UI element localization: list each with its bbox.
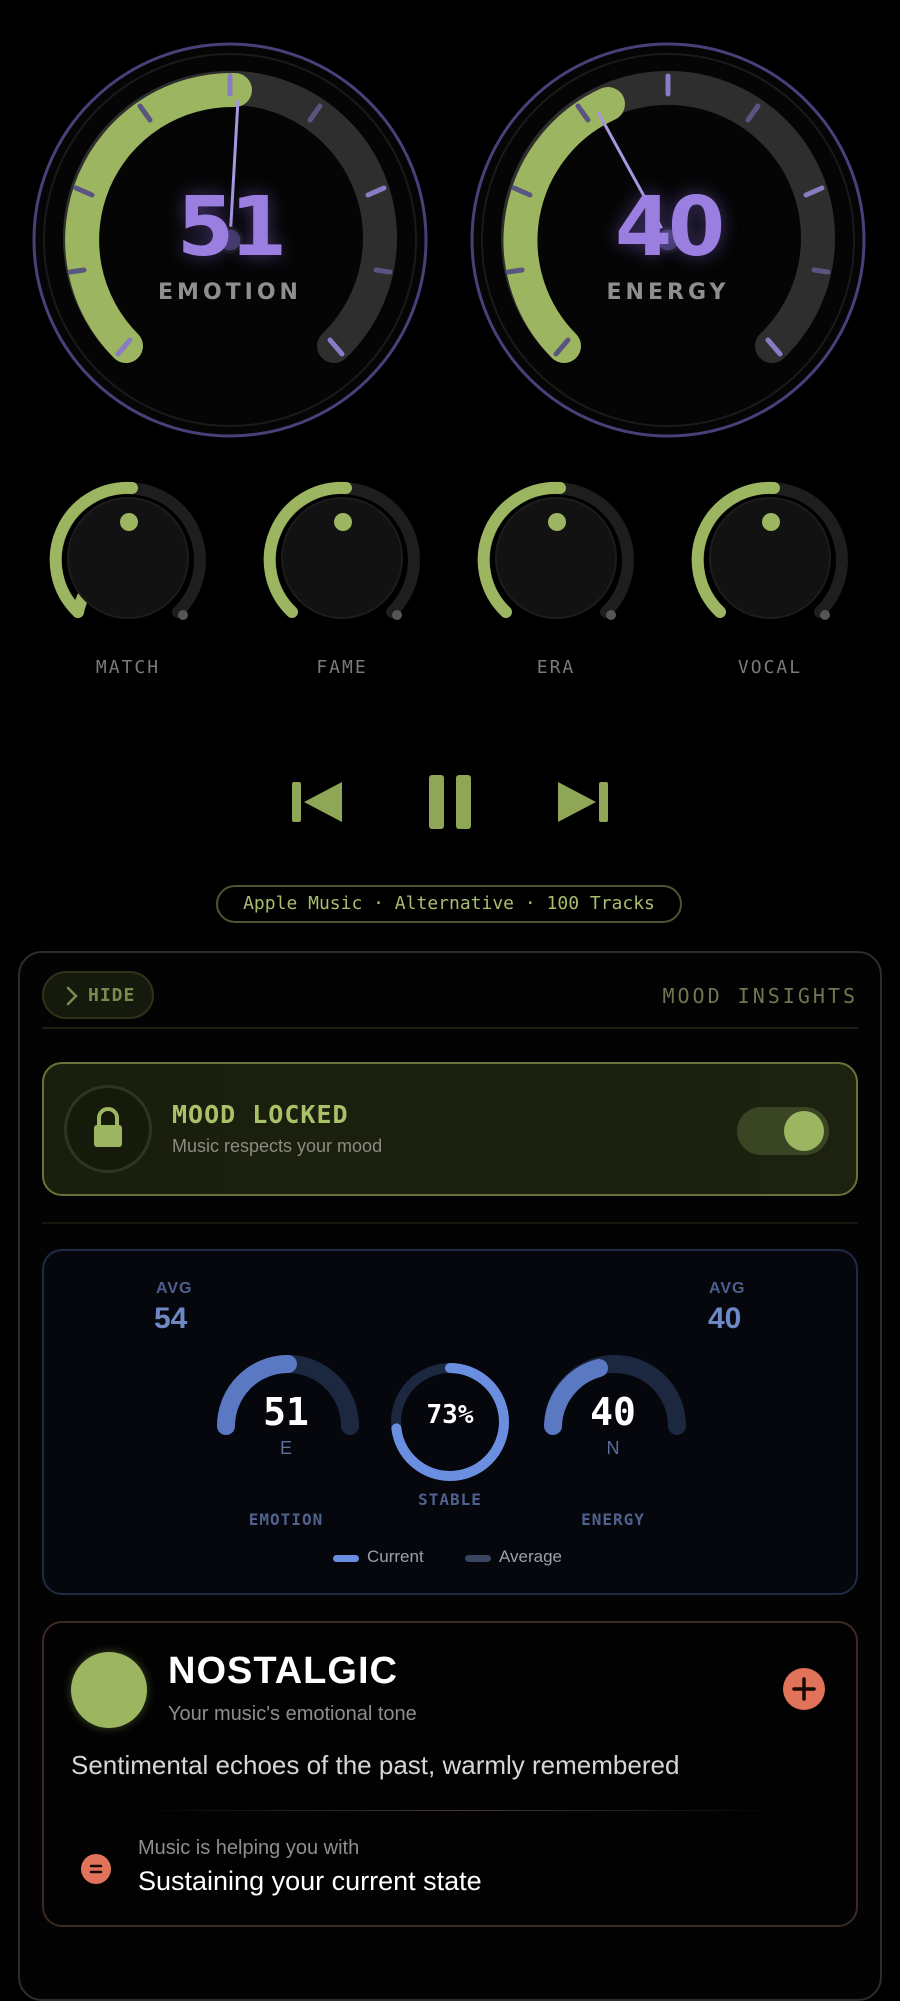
emotion-label: EMOTION [158,280,302,305]
skip-back-icon [292,782,342,822]
energy-value: 40 [614,180,725,275]
previous-track-button[interactable] [282,770,352,834]
mood-lock-toggle[interactable] [737,1107,829,1155]
match-knob-dial [49,481,206,620]
mood-description: Sentimental echoes of the past, warmly r… [71,1750,680,1780]
plus-icon [792,1677,816,1701]
legend-average-label: Average [499,1547,563,1566]
mood-name: NOSTALGIC [168,1650,398,1692]
era-knob[interactable]: ERA [466,470,646,680]
chevron-right-icon [66,986,78,1006]
hide-label: HIDE [88,985,136,1006]
legend-average-swatch [465,1555,491,1562]
help-value: Sustaining your current state [138,1866,482,1896]
equals-icon [81,1854,111,1884]
mood-locked-title: MOOD LOCKED [172,1100,349,1129]
next-track-button[interactable] [548,770,618,834]
hide-insights-button[interactable]: HIDE [42,971,154,1019]
mood-divider [136,1810,786,1811]
insights-title: MOOD INSIGHTS [662,984,858,1008]
fame-label: FAME [316,657,368,678]
add-mood-button[interactable] [783,1668,825,1710]
legend-current-swatch [333,1555,359,1562]
lock-divider [42,1222,858,1224]
mood-locked-subtitle: Music respects your mood [172,1136,383,1156]
stability-value: 73% [426,1400,474,1430]
fame-knob-dial [263,481,420,620]
lock-badge [64,1085,152,1173]
vocal-knob-dial [691,481,848,620]
era-knob-dial [477,481,634,620]
header-divider [42,1027,858,1029]
emotion-gauge[interactable]: 51 EMOTION [30,40,430,440]
match-label: MATCH [95,657,161,678]
energy-avg-label: AVG [709,1280,746,1297]
match-knob[interactable]: MATCH [38,470,218,680]
stability-label: STABLE [418,1490,482,1509]
pause-button[interactable] [415,770,485,834]
vocal-knob[interactable]: VOCAL [680,470,860,680]
toggle-knob [784,1111,824,1151]
energy-mini-value: 40 [590,1390,636,1434]
help-label: Music is helping you with [138,1837,360,1859]
emotion-mini-letter: E [279,1438,292,1458]
mood-lock-card [42,1062,858,1196]
source-info-pill[interactable]: Apple Music · Alternative · 100 Tracks [216,885,682,923]
pause-icon [429,775,471,829]
energy-mini-letter: N [606,1438,620,1458]
era-label: ERA [536,657,576,678]
energy-avg-value: 40 [708,1302,742,1335]
fame-knob[interactable]: FAME [252,470,432,680]
emotion-value: 51 [176,180,287,275]
emotion-mini-gauge: 51 E [196,1330,376,1470]
mood-subtitle: Your music's emotional tone [168,1703,417,1725]
emotion-avg-value: 54 [154,1302,188,1335]
vocal-label: VOCAL [737,657,803,678]
energy-gauge[interactable]: 40 ENERGY [468,40,868,440]
energy-label: ENERGY [606,280,730,305]
mood-color-dot [71,1652,147,1728]
energy-mini-gauge: 40 N [523,1330,703,1470]
legend-current-label: Current [367,1547,424,1566]
energy-caption: ENERGY [581,1510,645,1529]
skip-forward-icon [558,782,608,822]
lock-icon [94,1107,122,1147]
emotion-avg-label: AVG [156,1280,193,1297]
emotion-caption: EMOTION [248,1510,324,1529]
emotion-mini-value: 51 [263,1390,309,1434]
